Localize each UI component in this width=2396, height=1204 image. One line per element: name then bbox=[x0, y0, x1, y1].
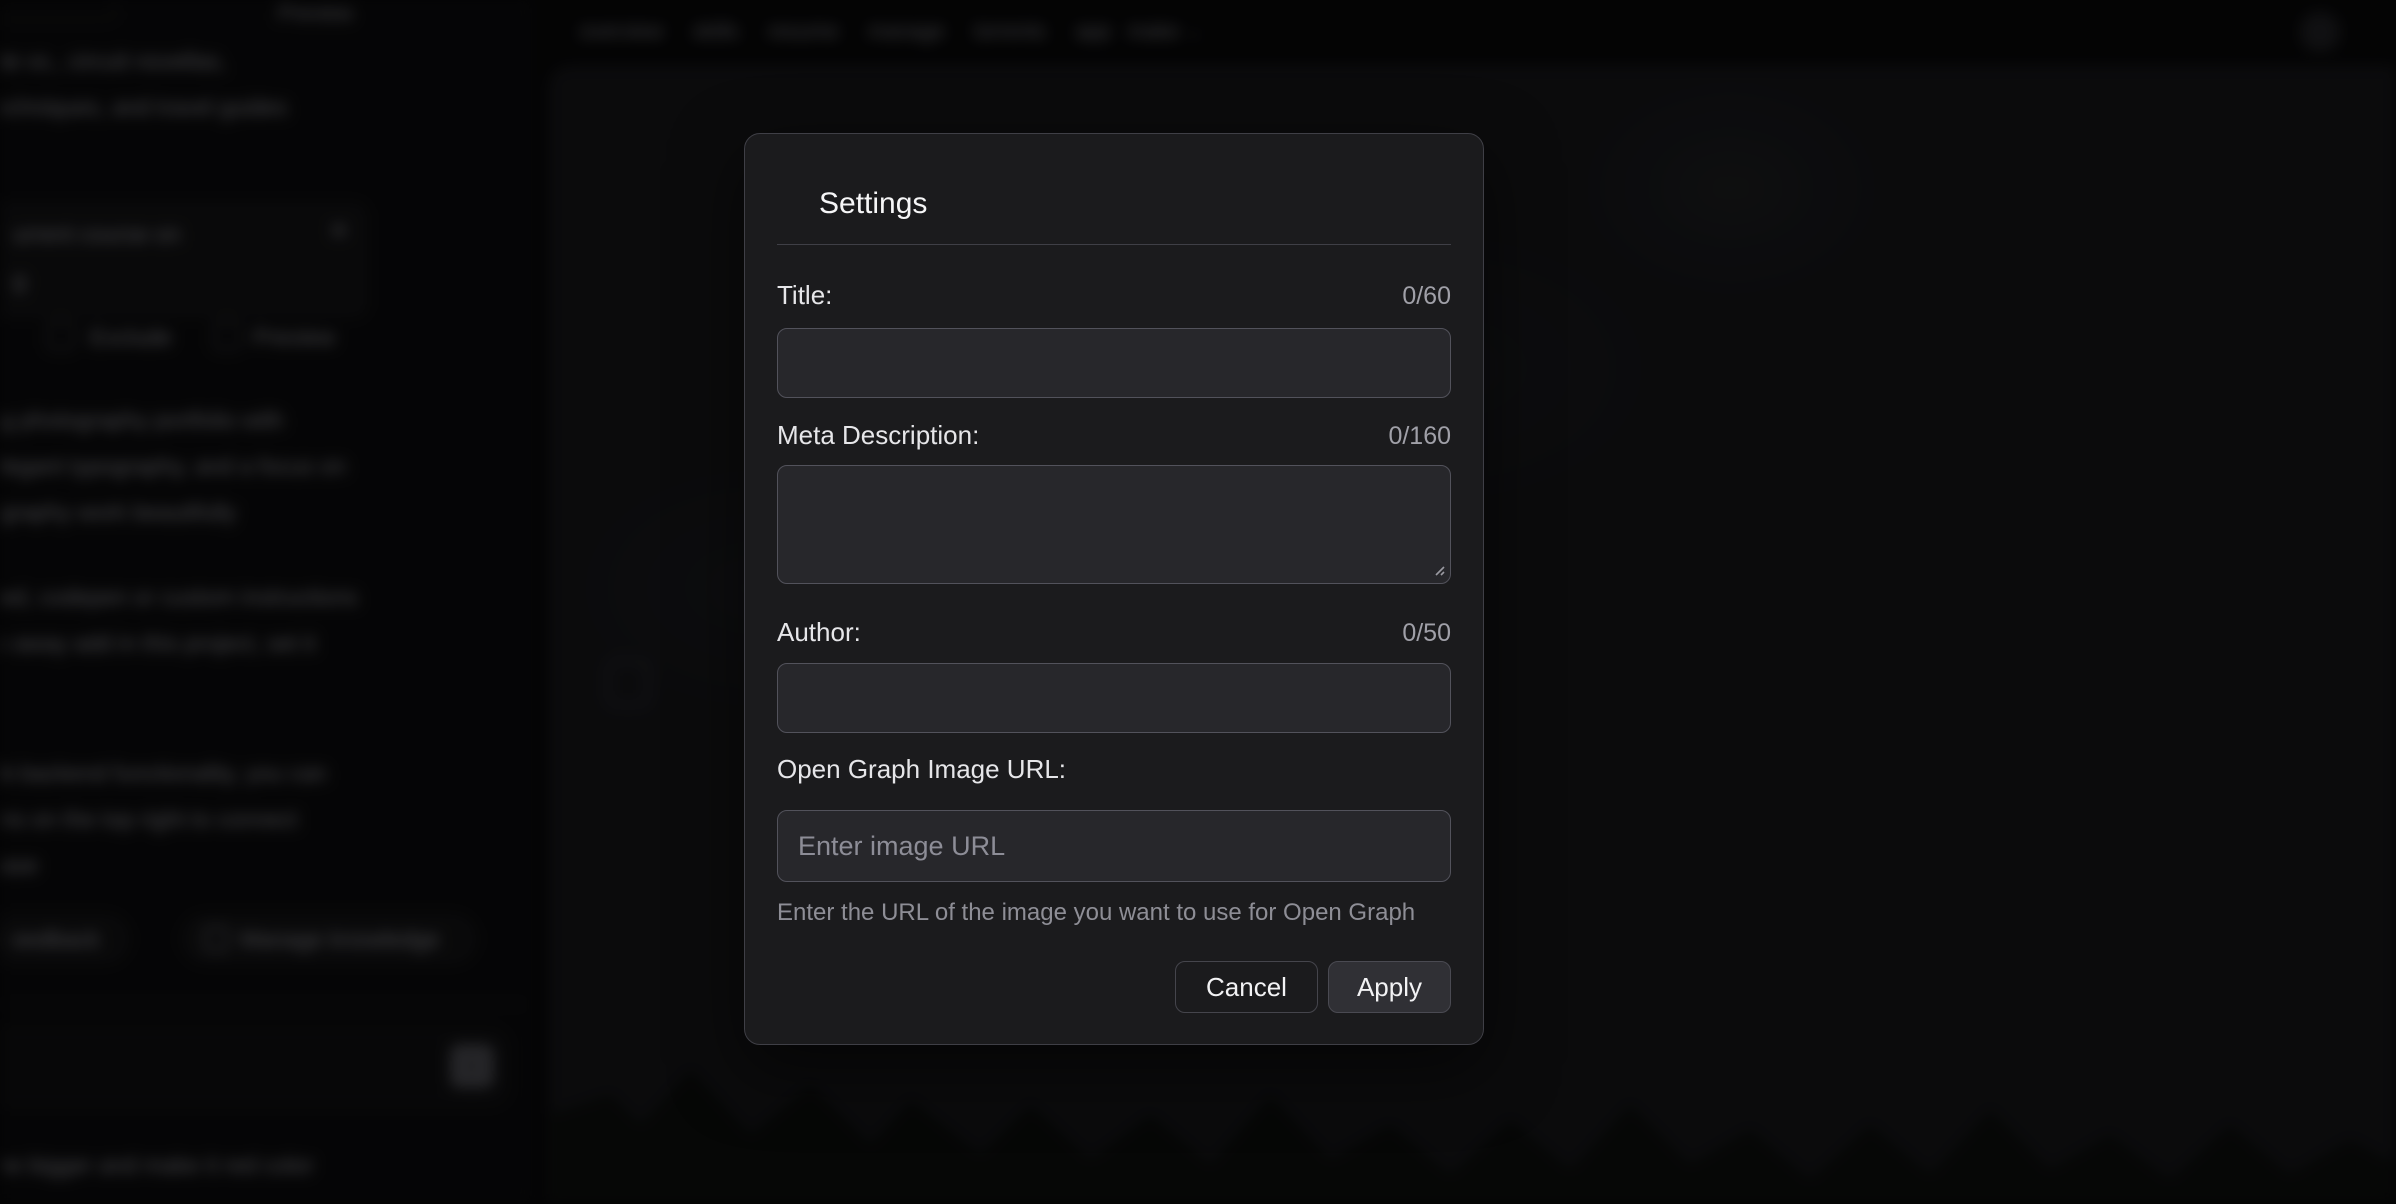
author-label: Author: bbox=[777, 616, 861, 648]
meta-description-field: Meta Description: 0/160 bbox=[777, 419, 1451, 584]
author-field: Author: 0/50 bbox=[777, 616, 1451, 733]
og-image-url-input[interactable] bbox=[777, 810, 1451, 882]
title-input[interactable] bbox=[777, 328, 1451, 398]
cancel-button[interactable]: Cancel bbox=[1175, 961, 1318, 1013]
author-counter: 0/50 bbox=[1402, 619, 1451, 648]
modal-title: Settings bbox=[819, 134, 1451, 222]
title-label: Title: bbox=[777, 279, 832, 311]
og-image-helper-text: Enter the URL of the image you want to u… bbox=[777, 899, 1451, 927]
modal-divider bbox=[777, 244, 1451, 245]
author-input[interactable] bbox=[777, 663, 1451, 733]
modal-footer: Cancel Apply bbox=[777, 961, 1451, 1013]
settings-modal: Settings Title: 0/60 Meta Description: 0… bbox=[744, 133, 1484, 1045]
apply-button[interactable]: Apply bbox=[1328, 961, 1451, 1013]
title-counter: 0/60 bbox=[1402, 282, 1451, 311]
meta-description-counter: 0/160 bbox=[1388, 422, 1451, 451]
og-image-label: Open Graph Image URL: bbox=[777, 753, 1066, 785]
title-field: Title: 0/60 bbox=[777, 279, 1451, 398]
meta-description-textarea[interactable] bbox=[777, 465, 1451, 584]
meta-description-label: Meta Description: bbox=[777, 419, 979, 451]
og-image-field: Open Graph Image URL: Enter the URL of t… bbox=[777, 753, 1451, 927]
resize-handle-icon[interactable] bbox=[1430, 561, 1446, 577]
